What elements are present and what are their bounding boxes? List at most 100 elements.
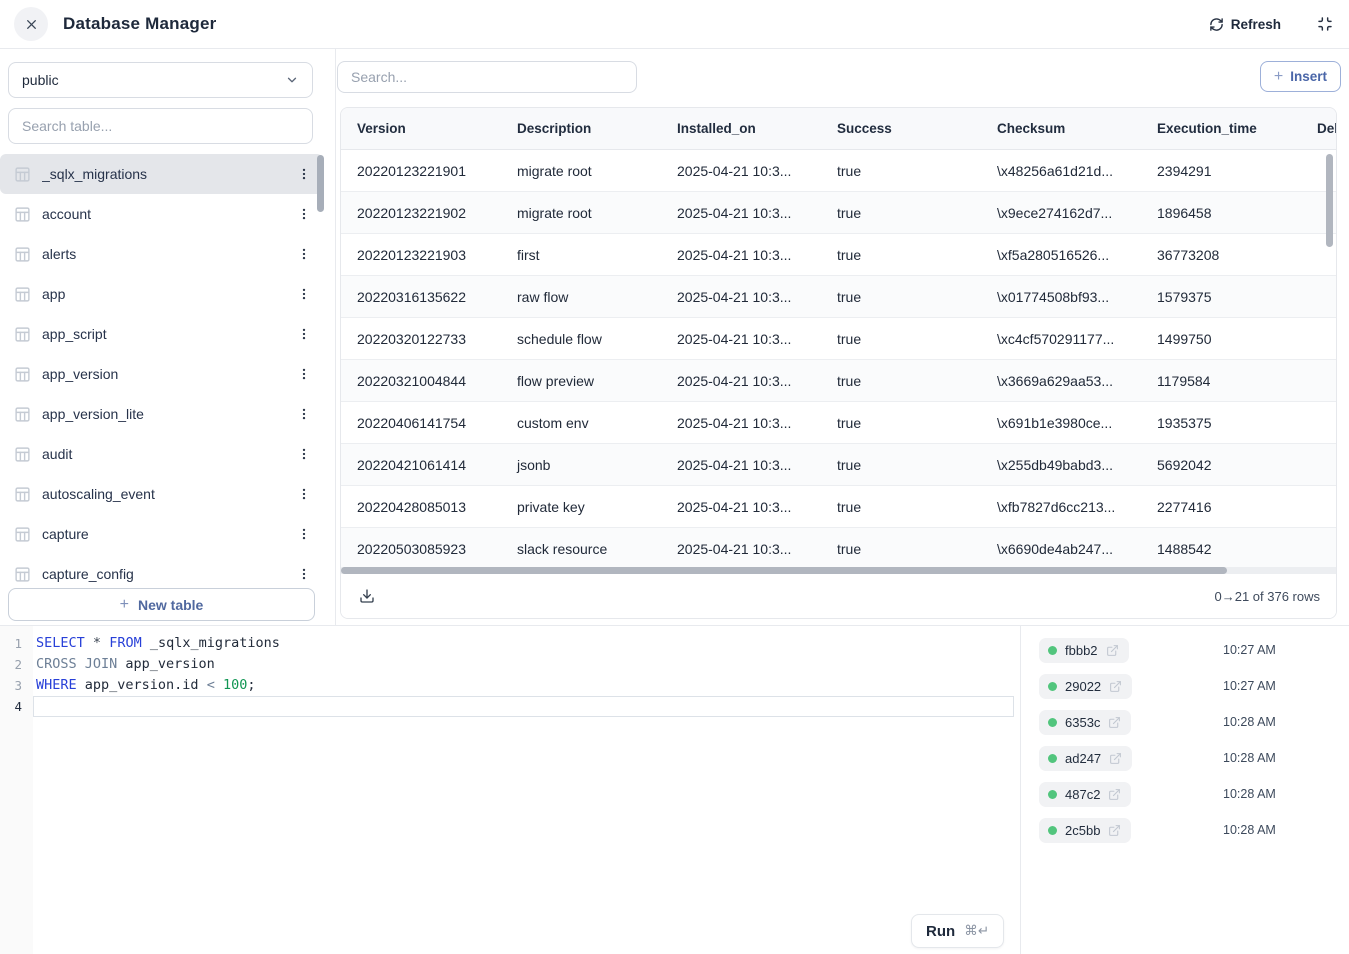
sidebar-item-capture[interactable]: capture (0, 514, 323, 554)
run-id-pill[interactable]: fbbb2 (1039, 638, 1129, 663)
table-row[interactable]: 20220320122733schedule flow2025-04-21 10… (341, 318, 1336, 360)
table-row[interactable]: 20220421061414jsonb2025-04-21 10:3...tru… (341, 444, 1336, 486)
query-section: 1234 SELECT * FROM _sqlx_migrationsCROSS… (0, 625, 1349, 954)
code-line[interactable] (33, 696, 1014, 717)
rows-search-input[interactable] (337, 61, 637, 93)
table-cell: \xfb7827d6cc213... (981, 486, 1141, 527)
run-id-pill[interactable]: ad247 (1039, 746, 1132, 771)
editor-gutter: 1234 (0, 626, 33, 954)
run-button[interactable]: Run ⌘↵ (911, 914, 1004, 948)
table-row[interactable]: 20220123221902migrate root2025-04-21 10:… (341, 192, 1336, 234)
row-count-label: 0→21 of 376 rows (1214, 589, 1320, 604)
chevron-down-icon (285, 73, 299, 87)
table-list: _sqlx_migrations account alerts app app_… (0, 154, 323, 585)
sidebar-item-app_script[interactable]: app_script (0, 314, 323, 354)
table-cell: jsonb (501, 444, 661, 485)
download-icon (359, 588, 375, 604)
run-history-item[interactable]: 29022 10:27 AM (1021, 668, 1349, 704)
kebab-menu-icon[interactable] (297, 287, 311, 301)
table-cell: custom env (501, 402, 661, 443)
external-link-icon[interactable] (1108, 788, 1121, 801)
editor-code-area[interactable]: SELECT * FROM _sqlx_migrationsCROSS JOIN… (33, 633, 1014, 717)
run-id-pill[interactable]: 6353c (1039, 710, 1131, 735)
table-row[interactable]: 20220123221901migrate root2025-04-21 10:… (341, 150, 1336, 192)
insert-label: Insert (1290, 69, 1327, 84)
kebab-menu-icon[interactable] (297, 367, 311, 381)
table-row[interactable]: 20220406141754custom env2025-04-21 10:3.… (341, 402, 1336, 444)
kebab-menu-icon[interactable] (297, 527, 311, 541)
sidebar-item-_sqlx_migrations[interactable]: _sqlx_migrations (0, 154, 323, 194)
download-button[interactable] (357, 586, 377, 606)
table-cell: 2025-04-21 10:3... (661, 360, 821, 401)
sidebar-item-capture_config[interactable]: capture_config (0, 554, 323, 585)
table-row[interactable]: 20220321004844flow preview2025-04-21 10:… (341, 360, 1336, 402)
grid-header-row: Version Description Installed_on Success… (341, 108, 1336, 150)
code-line[interactable]: WHERE app_version.id < 100; (33, 675, 1014, 696)
table-row[interactable]: 20220123221903first2025-04-21 10:3...tru… (341, 234, 1336, 276)
table-row[interactable]: 20220316135622raw flow2025-04-21 10:3...… (341, 276, 1336, 318)
table-row[interactable]: 20220503085923slack resource2025-04-21 1… (341, 528, 1336, 567)
collapse-window-button[interactable] (1315, 14, 1335, 34)
grid-footer: 0→21 of 376 rows (341, 574, 1336, 618)
run-id-pill[interactable]: 29022 (1039, 674, 1132, 699)
kebab-menu-icon[interactable] (297, 447, 311, 461)
table-cell: schedule flow (501, 318, 661, 359)
sidebar-item-app_version_lite[interactable]: app_version_lite (0, 394, 323, 434)
external-link-icon[interactable] (1106, 644, 1119, 657)
kebab-menu-icon[interactable] (297, 567, 311, 581)
sidebar-item-alerts[interactable]: alerts (0, 234, 323, 274)
code-line[interactable]: SELECT * FROM _sqlx_migrations (33, 633, 1014, 654)
table-name-label: app_version_lite (42, 406, 286, 422)
table-cell: 2025-04-21 10:3... (661, 402, 821, 443)
sidebar-scrollbar[interactable] (317, 155, 324, 212)
table-name-label: capture_config (42, 566, 286, 582)
run-id-pill[interactable]: 2c5bb (1039, 818, 1131, 843)
kebab-menu-icon[interactable] (297, 407, 311, 421)
grid-horizontal-scrollbar[interactable] (341, 567, 1227, 574)
sidebar-item-app[interactable]: app (0, 274, 323, 314)
table-icon (14, 566, 31, 583)
code-line[interactable]: CROSS JOIN app_version (33, 654, 1014, 675)
grid-vertical-scrollbar[interactable] (1326, 154, 1333, 247)
kebab-menu-icon[interactable] (297, 327, 311, 341)
kebab-menu-icon[interactable] (297, 487, 311, 501)
column-header-Version[interactable]: Version (341, 108, 501, 149)
insert-button[interactable]: + Insert (1260, 61, 1341, 92)
run-history-item[interactable]: 6353c 10:28 AM (1021, 704, 1349, 740)
column-header-Execution_time[interactable]: Execution_time (1141, 108, 1301, 149)
column-header-Checksum[interactable]: Checksum (981, 108, 1141, 149)
kebab-menu-icon[interactable] (297, 247, 311, 261)
run-history-item[interactable]: 2c5bb 10:28 AM (1021, 812, 1349, 848)
sidebar-item-app_version[interactable]: app_version (0, 354, 323, 394)
column-header-Success[interactable]: Success (821, 108, 981, 149)
new-table-button[interactable]: + New table (8, 588, 315, 621)
column-header-Deleted[interactable]: Deleted (1301, 108, 1336, 149)
kebab-menu-icon[interactable] (297, 167, 311, 181)
run-timestamp: 10:27 AM (1223, 679, 1276, 693)
sql-editor[interactable]: 1234 SELECT * FROM _sqlx_migrationsCROSS… (0, 626, 1020, 954)
table-row[interactable]: 20220428085013private key2025-04-21 10:3… (341, 486, 1336, 528)
close-icon (25, 18, 38, 31)
table-cell: \x691b1e3980ce... (981, 402, 1141, 443)
kebab-menu-icon[interactable] (297, 207, 311, 221)
close-button[interactable] (14, 7, 48, 41)
external-link-icon[interactable] (1108, 824, 1121, 837)
table-search-input[interactable] (8, 108, 313, 144)
external-link-icon[interactable] (1109, 752, 1122, 765)
external-link-icon[interactable] (1109, 680, 1122, 693)
column-label: Description (517, 121, 591, 136)
table-cell: 1896458 (1141, 192, 1301, 233)
run-history-item[interactable]: 487c2 10:28 AM (1021, 776, 1349, 812)
refresh-button[interactable]: Refresh (1203, 16, 1287, 33)
schema-select[interactable]: public (8, 62, 313, 98)
sidebar-item-audit[interactable]: audit (0, 434, 323, 474)
run-history-item[interactable]: fbbb2 10:27 AM (1021, 632, 1349, 668)
external-link-icon[interactable] (1108, 716, 1121, 729)
run-history-item[interactable]: ad247 10:28 AM (1021, 740, 1349, 776)
column-header-Installed_on[interactable]: Installed_on (661, 108, 821, 149)
sidebar-item-account[interactable]: account (0, 194, 323, 234)
column-header-Description[interactable]: Description (501, 108, 661, 149)
table-cell: 20220123221903 (341, 234, 501, 275)
run-id-pill[interactable]: 487c2 (1039, 782, 1131, 807)
sidebar-item-autoscaling_event[interactable]: autoscaling_event (0, 474, 323, 514)
